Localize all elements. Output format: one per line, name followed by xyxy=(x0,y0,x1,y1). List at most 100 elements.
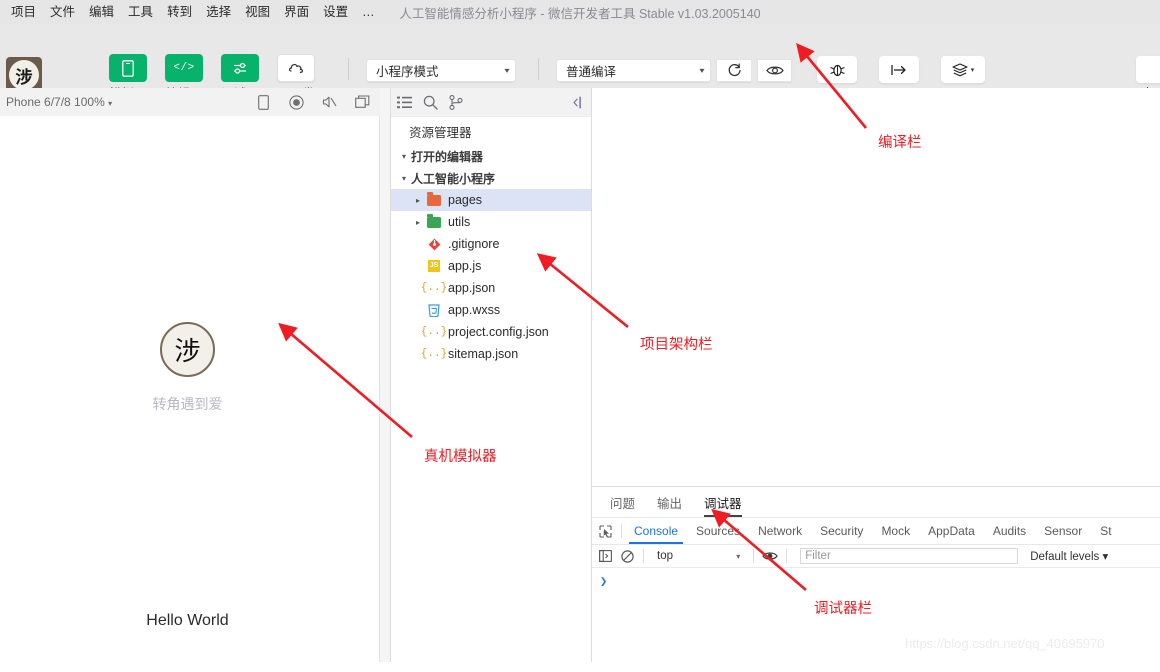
refresh-icon xyxy=(727,63,742,78)
menu-item-tools[interactable]: 工具 xyxy=(121,2,160,23)
explorer-icon[interactable] xyxy=(391,88,417,116)
chevron-down-icon: ▾ xyxy=(108,99,112,108)
explorer-group-open-editors[interactable]: ▾ 打开的编辑器 xyxy=(391,145,591,167)
collapse-sidebar-icon[interactable] xyxy=(569,96,585,109)
preview-button[interactable] xyxy=(757,59,792,82)
divider xyxy=(786,549,787,563)
clear-console-icon[interactable] xyxy=(618,547,636,565)
nickname-label: 转角遇到爱 xyxy=(0,394,375,414)
mute-icon[interactable] xyxy=(322,95,337,110)
tab-problems[interactable]: 问题 xyxy=(610,493,635,517)
devtools-tab-sensor[interactable]: Sensor xyxy=(1035,519,1091,544)
chevron-down-icon: ▾ xyxy=(504,66,509,75)
css-icon xyxy=(425,302,443,318)
layers-icon xyxy=(952,63,968,77)
compile-mode-select[interactable]: 普通编译 ▾ xyxy=(556,59,711,82)
menu-item-edit[interactable]: 编辑 xyxy=(82,2,121,23)
cloud-icon xyxy=(277,54,315,82)
devtools-tab-console[interactable]: Console xyxy=(625,519,687,544)
devtools-tab-network[interactable]: Network xyxy=(749,519,811,544)
app-logo-glyph: 涉 xyxy=(7,58,41,92)
explorer-group-project[interactable]: ▾ 人工智能小程序 xyxy=(391,167,591,189)
devtools-tab-sources[interactable]: Sources xyxy=(687,519,749,544)
compile-button[interactable] xyxy=(716,59,751,82)
annotation-compile-bar: 编译栏 xyxy=(878,131,922,152)
code-icon: </> xyxy=(165,54,203,82)
device-debug-button[interactable] xyxy=(817,56,857,83)
file-tree-item-app-json[interactable]: ▸ {..} app.json xyxy=(391,277,591,299)
console-output[interactable]: ❯ xyxy=(592,568,1160,672)
window-icon[interactable] xyxy=(355,95,370,110)
file-tree-item-pages[interactable]: ▸ pages xyxy=(391,189,591,211)
menu-item-project[interactable]: 项目 xyxy=(4,2,43,23)
devtools-tab-appdata[interactable]: AppData xyxy=(919,519,984,544)
menu-item-settings[interactable]: 设置 xyxy=(316,2,355,23)
git-icon xyxy=(425,236,443,252)
tab-debugger[interactable]: 调试器 xyxy=(704,493,742,517)
devtools-tab-mock[interactable]: Mock xyxy=(872,519,919,544)
file-tree-item-label: project.config.json xyxy=(448,325,549,339)
phone-rotate-icon[interactable] xyxy=(256,95,271,110)
menu-item-select[interactable]: 选择 xyxy=(199,2,238,23)
tab-output[interactable]: 输出 xyxy=(657,493,682,517)
divider xyxy=(621,524,622,538)
file-tree-item-label: .gitignore xyxy=(448,237,499,251)
devtools-tab-audits[interactable]: Audits xyxy=(984,519,1035,544)
console-sidebar-icon[interactable] xyxy=(596,547,614,565)
mode-select[interactable]: 小程序模式 ▾ xyxy=(366,59,516,82)
json-icon: {..} xyxy=(425,280,443,296)
explorer-group-open-editors-label: 打开的编辑器 xyxy=(411,148,483,165)
file-tree-item-app-wxss[interactable]: ▸ app.wxss xyxy=(391,299,591,321)
device-selector[interactable]: Phone 6/7/8 100% ▾ xyxy=(6,95,112,109)
record-icon[interactable] xyxy=(289,95,304,110)
hello-world-text: Hello World xyxy=(0,612,375,630)
menu-item-more[interactable]: … xyxy=(355,2,382,23)
json-icon: {..} xyxy=(425,346,443,362)
background-button[interactable] xyxy=(879,56,919,83)
file-tree-item-label: app.json xyxy=(448,281,495,295)
arrow-to-bar-icon xyxy=(890,64,908,76)
clear-cache-button[interactable]: ▾ xyxy=(941,56,985,83)
file-tree-item-app-js[interactable]: ▸ JS app.js xyxy=(391,255,591,277)
bug-icon xyxy=(829,62,846,78)
console-levels-select[interactable]: Default levels ▾ xyxy=(1030,549,1108,563)
file-tree-item-project-config[interactable]: ▸ {..} project.config.json xyxy=(391,321,591,343)
pane-splitter[interactable] xyxy=(380,88,391,662)
folder-icon xyxy=(425,192,443,208)
devtools-tab-storage[interactable]: St xyxy=(1091,519,1120,544)
console-prompt: ❯ xyxy=(600,575,607,589)
main-toolbar: 涉 模拟器 </> 编辑器 调试器 云开发 xyxy=(0,24,1160,89)
file-tree-item-label: app.js xyxy=(448,259,481,273)
inspect-element-icon[interactable] xyxy=(592,525,618,538)
menu-item-file[interactable]: 文件 xyxy=(43,2,82,23)
console-context-value: top xyxy=(657,550,673,562)
file-tree-item-utils[interactable]: ▸ utils xyxy=(391,211,591,233)
menu-item-interface[interactable]: 界面 xyxy=(277,2,316,23)
chevron-down-icon: ▾ xyxy=(736,552,740,561)
menu-item-view[interactable]: 视图 xyxy=(238,2,277,23)
file-tree-item-label: sitemap.json xyxy=(448,347,518,361)
console-context-selector[interactable]: top ▾ xyxy=(651,550,746,562)
file-explorer: 资源管理器 ▾ 打开的编辑器 ▾ 人工智能小程序 ▸ pages ▸ utils… xyxy=(391,88,592,662)
file-tree-item-gitignore[interactable]: ▸ .gitignore xyxy=(391,233,591,255)
file-tree-item-sitemap[interactable]: ▸ {..} sitemap.json xyxy=(391,343,591,365)
source-control-icon[interactable] xyxy=(443,88,469,116)
devtools-tab-row: Console Sources Network Security Mock Ap… xyxy=(592,518,1160,545)
phone-icon xyxy=(109,54,147,82)
toolbar-divider-2 xyxy=(538,58,539,80)
search-icon[interactable] xyxy=(417,88,443,116)
folder-icon xyxy=(425,214,443,230)
json-icon: {..} xyxy=(425,324,443,340)
mode-select-value: 小程序模式 xyxy=(376,61,439,80)
console-filter-input[interactable]: Filter xyxy=(800,548,1018,564)
explorer-actions xyxy=(391,88,591,117)
chevron-right-icon: ▸ xyxy=(411,196,425,205)
live-expression-icon[interactable] xyxy=(761,547,779,565)
menu-bar: 项目 文件 编辑 工具 转到 选择 视图 界面 设置 … xyxy=(0,0,1160,24)
devtools-tab-security[interactable]: Security xyxy=(811,519,872,544)
eye-icon xyxy=(766,64,784,77)
toolbar-overflow-button[interactable] xyxy=(1136,56,1160,83)
watermark: https://blog.csdn.net/qq_40695970 xyxy=(905,636,1105,651)
simulator-icon-group xyxy=(256,95,380,110)
menu-item-goto[interactable]: 转到 xyxy=(160,2,199,23)
